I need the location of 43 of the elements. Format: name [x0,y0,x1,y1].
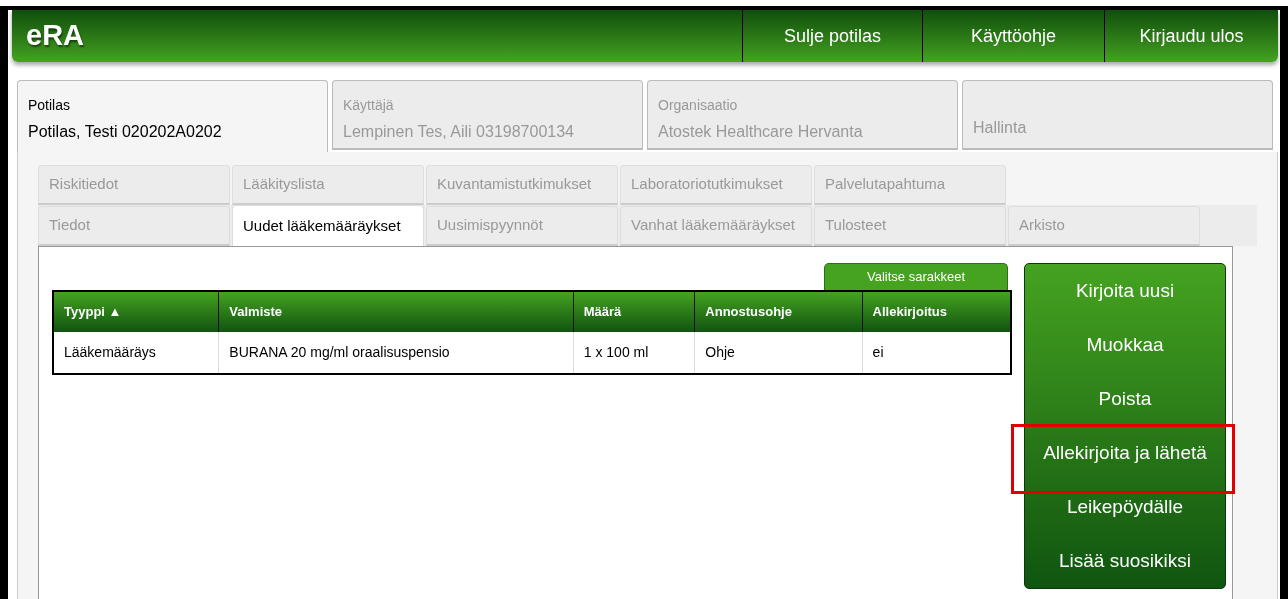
table-cell: BURANA 20 mg/ml oraalisuspensio [218,332,573,373]
sub-tab[interactable]: Palvelutapahtuma [814,165,1006,205]
sub-tab[interactable]: Laboratoriotutkimukset [620,165,812,205]
sub-tab[interactable]: Tulosteet [814,206,1006,246]
tab-value: Potilas, Testi 020202A0202 [28,122,223,142]
tab-value: Atostek Healthcare Hervanta [658,122,864,142]
column-picker-button[interactable]: Valitse sarakkeet [824,263,1008,290]
table-cell-text: Lääkemääräys [63,343,157,362]
column-header[interactable]: Tyyppi ▲ [54,292,219,332]
nav-button[interactable]: Käyttöohje [922,10,1104,62]
action-button[interactable]: Poista [1025,372,1225,426]
sub-tab[interactable]: Kuvantamistutkimukset [426,165,618,205]
tab-value: Lempinen Tes, Aili 03198700134 [343,122,575,142]
tab-label: Käyttäjä [343,96,395,115]
column-header[interactable]: Allekirjoitus [861,292,1010,332]
context-tab[interactable]: Hallinta [962,80,1273,150]
action-button[interactable]: Allekirjoita ja lähetä [1025,426,1225,480]
table-cell: 1 x 100 ml [572,332,695,373]
app-logo: eRA [25,18,85,54]
tab-value: Hallinta [973,118,1028,138]
sub-tab[interactable]: Tiedot [38,206,230,246]
nav-button[interactable]: Sulje potilas [742,10,922,62]
context-tab[interactable]: Potilas Potilas, Testi 020202A0202 [17,80,328,152]
column-header[interactable]: Valmiste [218,292,573,332]
column-header[interactable]: Annostusohje [694,292,862,332]
column-header[interactable]: Määrä [572,292,695,332]
nav-button[interactable]: Kirjaudu ulos [1104,10,1278,62]
sub-tab[interactable]: Uusimispyynnöt [426,206,618,246]
table-cell: Ohje [694,332,862,373]
context-tab[interactable]: Käyttäjä Lempinen Tes, Aili 03198700134 [332,80,643,150]
sub-tab[interactable]: Arkisto [1008,206,1200,246]
sub-tab[interactable]: Vanhat lääkemääräykset [620,206,812,246]
sub-tab[interactable]: Lääkityslista [232,165,424,205]
action-button[interactable]: Kirjoita uusi [1025,264,1225,318]
sub-tab[interactable]: Uudet lääkemääräykset [232,205,424,246]
action-button[interactable]: Muokkaa [1025,318,1225,372]
tab-label: Organisaatio [658,96,739,115]
sub-tab[interactable]: Riskitiedot [38,165,230,205]
context-tab[interactable]: Organisaatio Atostek Healthcare Hervanta [647,80,958,150]
action-button[interactable]: Lisää suosikiksi [1025,534,1225,588]
table-cell: ei [861,332,1010,373]
action-button[interactable]: Leikepöydälle [1025,480,1225,534]
tab-label: Potilas [28,96,72,115]
